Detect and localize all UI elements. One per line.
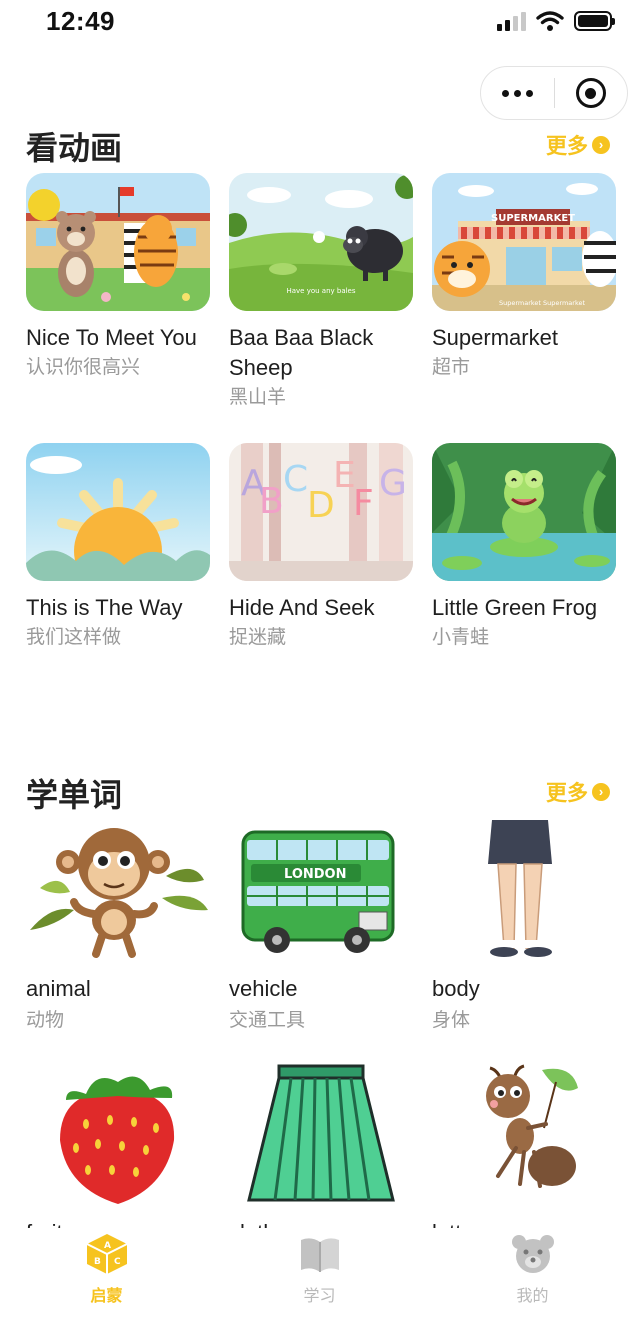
status-icons	[497, 10, 615, 32]
status-bar: 12:49	[0, 0, 640, 44]
video-thumbnail: Have you any bales	[229, 173, 413, 311]
monkey-illustration	[26, 820, 210, 960]
video-subtitle: 我们这样做	[26, 627, 122, 648]
words-section-title: 学单词	[26, 777, 123, 813]
video-thumbnail	[432, 443, 616, 581]
video-card-nice-to-meet-you[interactable]: Nice To Meet You 认识你很高兴	[26, 173, 210, 383]
tab-label: 启蒙	[90, 1288, 123, 1305]
word-card-clothes[interactable]: clothes	[229, 1064, 413, 1248]
video-title: Supermarket	[432, 325, 558, 350]
video-title: Hide And Seek	[229, 595, 375, 620]
signal-icon	[497, 11, 526, 31]
video-title: This is The Way	[26, 595, 183, 620]
word-card-fruit[interactable]: fruit	[26, 1064, 210, 1248]
strawberry-illustration	[26, 1064, 210, 1204]
tab-enlightenment[interactable]: A B C 启蒙	[0, 1228, 213, 1333]
status-time: 12:49	[46, 6, 115, 36]
video-subtitle: 小青蛙	[432, 627, 490, 648]
video-thumbnail: A B C D E F G	[229, 443, 413, 581]
tab-label: 学习	[303, 1288, 336, 1305]
words-more-label: 更多	[546, 782, 588, 805]
video-subtitle: 认识你很高兴	[26, 357, 141, 378]
svg-text:B: B	[94, 1257, 101, 1267]
word-title: vehicle	[229, 976, 298, 1001]
svg-text:F: F	[353, 483, 374, 524]
legs-illustration	[432, 820, 616, 960]
video-title: Little Green Frog	[432, 595, 598, 620]
videos-more-link[interactable]: 更多 ›	[546, 130, 610, 160]
skirt-illustration	[229, 1064, 413, 1204]
video-caption: Supermarket Supermarket	[499, 299, 586, 307]
word-subtitle: 身体	[432, 1010, 471, 1031]
supermarket-sign: SUPERMARKET	[491, 213, 575, 224]
video-subtitle: 黑山羊	[229, 387, 287, 408]
battery-icon	[574, 11, 615, 31]
word-subtitle: 动物	[26, 1010, 65, 1031]
video-card-supermarket[interactable]: SUPERMARKET Supermarket Supermarket Supe…	[432, 173, 616, 383]
word-card-vehicle[interactable]: LONDON vehicle 交通工具	[229, 820, 413, 1036]
word-card-body[interactable]: body 身体	[432, 820, 616, 1036]
video-thumbnail: SUPERMARKET Supermarket Supermarket	[432, 173, 616, 311]
close-miniprogram-button[interactable]	[555, 66, 627, 120]
video-subtitle: 超市	[432, 357, 471, 378]
bus-illustration: LONDON	[229, 820, 413, 960]
word-subtitle: 交通工具	[229, 1010, 306, 1031]
miniprogram-capsule	[480, 66, 628, 120]
tab-bar: A B C 启蒙 学习 我的	[0, 1228, 640, 1333]
ant-illustration	[432, 1064, 616, 1204]
words-more-link[interactable]: 更多 ›	[546, 777, 610, 807]
svg-text:C: C	[283, 459, 308, 500]
videos-more-label: 更多	[546, 135, 588, 158]
word-title: animal	[26, 976, 91, 1001]
video-thumbnail	[26, 173, 210, 311]
video-title: Baa Baa Black Sheep	[229, 325, 374, 380]
word-card-animal[interactable]: animal 动物	[26, 820, 210, 1036]
video-thumbnail	[26, 443, 210, 581]
bear-icon	[511, 1235, 554, 1273]
svg-text:B: B	[259, 481, 284, 522]
svg-text:A: A	[104, 1241, 111, 1251]
video-caption: Have you any bales	[286, 287, 355, 295]
target-circle-icon	[575, 78, 606, 108]
tab-mine[interactable]: 我的	[426, 1228, 639, 1333]
bus-sign: LONDON	[284, 867, 346, 882]
chevron-right-icon: ›	[592, 783, 610, 801]
video-card-this-is-the-way[interactable]: This is The Way 我们这样做	[26, 443, 210, 653]
videos-section-title: 看动画	[26, 130, 123, 166]
svg-text:G: G	[379, 463, 407, 504]
word-card-letter[interactable]: letter	[432, 1064, 616, 1248]
book-icon	[300, 1238, 339, 1272]
svg-text:C: C	[114, 1257, 121, 1267]
video-card-little-green-frog[interactable]: Little Green Frog 小青蛙	[432, 443, 616, 653]
tab-study[interactable]: 学习	[213, 1228, 426, 1333]
tab-label: 我的	[516, 1288, 549, 1305]
abc-cube-icon: A B C	[86, 1234, 127, 1274]
video-title: Nice To Meet You	[26, 325, 197, 350]
svg-text:D: D	[307, 485, 335, 526]
video-card-hide-and-seek[interactable]: A B C D E F G Hide And Seek 捉迷藏	[229, 443, 413, 653]
wifi-icon	[536, 11, 564, 31]
more-dots-icon[interactable]	[481, 66, 554, 120]
video-card-baa-baa-black-sheep[interactable]: Have you any bales Baa Baa Black Sheep 黑…	[229, 173, 413, 413]
chevron-right-icon: ›	[592, 136, 610, 154]
video-subtitle: 捉迷藏	[229, 627, 287, 648]
word-title: body	[432, 976, 480, 1001]
